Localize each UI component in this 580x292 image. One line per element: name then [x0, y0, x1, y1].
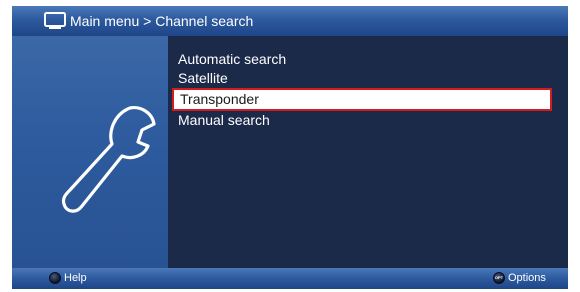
menu-item-satellite[interactable]: Satellite: [176, 69, 548, 88]
tv-icon: [44, 12, 66, 29]
menu-item-automatic-search[interactable]: Automatic search: [176, 50, 548, 69]
page-title: Main menu > Channel search: [70, 13, 254, 29]
wrench-icon: [61, 106, 156, 213]
menu-item-transponder[interactable]: Transponder: [172, 88, 552, 111]
options-label: Options: [508, 272, 546, 284]
help-label: Help: [64, 272, 87, 284]
header-bar: Main menu > Channel search: [12, 6, 568, 36]
channel-search-screen: Main menu > Channel search Automatic sea…: [12, 6, 568, 289]
help-button-icon[interactable]: [49, 272, 61, 284]
sidebar-panel: [12, 36, 168, 268]
menu-item-manual-search[interactable]: Manual search: [176, 111, 548, 130]
footer-bar: Help OPT Options: [12, 268, 568, 289]
options-button-icon[interactable]: OPT: [493, 272, 505, 284]
channel-search-menu: Automatic search Satellite Transponder M…: [172, 50, 552, 130]
main-panel: Automatic search Satellite Transponder M…: [168, 36, 568, 268]
